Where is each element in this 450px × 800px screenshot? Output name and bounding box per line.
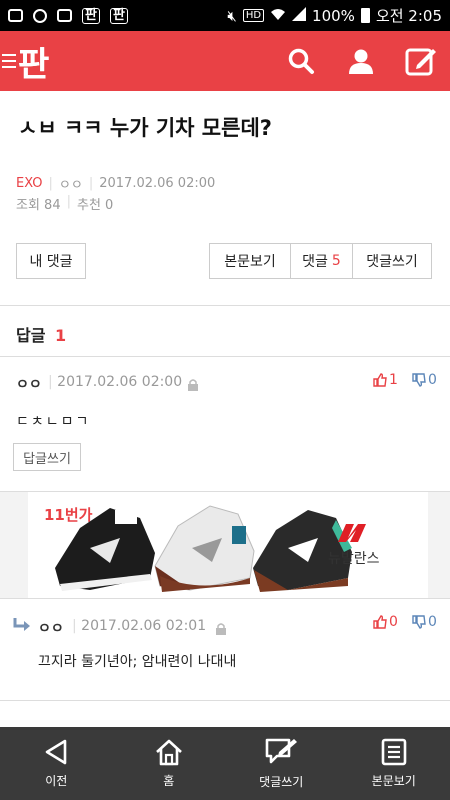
ad-content[interactable]: 11번가 뉴발란스 — [28, 492, 428, 598]
comments-label: 댓글 — [302, 254, 328, 270]
downvote-count: 0 — [428, 372, 437, 388]
lock-icon — [188, 379, 198, 391]
my-comments-button[interactable]: 내 댓글 — [16, 243, 86, 279]
nav-view-post[interactable]: 본문보기 — [338, 727, 450, 800]
menu-icon[interactable] — [2, 54, 16, 68]
write-comment-label: 댓글쓰기 — [366, 254, 418, 270]
search-icon — [288, 48, 314, 74]
status-bar: 판 판 🔇︎ HD 100% 오전 2:05 — [0, 0, 450, 31]
battery-percent: 100% — [312, 6, 355, 25]
reply-write-button[interactable]: 답글쓰기 — [13, 443, 81, 471]
new-balance-logo — [338, 524, 366, 542]
thumbs-up-icon — [373, 615, 387, 629]
reply-text: 끄지라 둘기년아; 암내련이 나대내 — [38, 654, 237, 670]
wifi-icon — [270, 7, 286, 25]
nav-write-comment-label: 댓글쓰기 — [259, 775, 304, 789]
replies-header: 답글 1 — [16, 322, 66, 346]
post-meta: EXO | ㅇㅇ | 2017.02.06 02:00 — [16, 176, 216, 193]
signal-icon — [292, 6, 307, 25]
reply-date: | 2017.02.06 02:01 — [72, 618, 207, 634]
post-stats: 조회 84 | 추천 0 — [16, 194, 114, 213]
thumbs-down-icon — [412, 615, 426, 629]
lock-icon — [216, 623, 226, 635]
nav-home-label: 홈 — [163, 774, 175, 788]
pan-app-icon: 판 — [109, 7, 128, 24]
comments-button[interactable]: 댓글 5 — [290, 243, 353, 279]
clock: 오전 2:05 — [375, 7, 442, 25]
reply-downvote-button[interactable]: 0 — [412, 614, 437, 630]
notification-icon — [33, 8, 47, 23]
view-post-button[interactable]: 본문보기 — [209, 243, 291, 279]
post-category[interactable]: EXO — [16, 176, 43, 191]
reply-upvote-button[interactable]: 0 — [373, 614, 398, 630]
thumbs-down-icon — [412, 373, 426, 387]
search-button[interactable] — [284, 44, 318, 78]
reply-arrow-icon — [13, 618, 30, 631]
comment-date-text: 2017.02.06 02:00 — [57, 374, 183, 390]
app-logo[interactable]: 판 — [18, 37, 49, 86]
write-button[interactable] — [404, 44, 438, 78]
ad-brand-text: 뉴발란스 — [328, 551, 380, 567]
divider — [0, 700, 450, 701]
reply-author: ㅇㅇ — [38, 621, 64, 637]
thumbs-up-icon — [373, 373, 387, 387]
comment-date: | 2017.02.06 02:00 — [48, 374, 183, 390]
nav-back-label: 이전 — [45, 774, 68, 788]
profile-button[interactable] — [344, 44, 378, 78]
replies-label: 답글 — [16, 326, 46, 345]
ad-banner[interactable]: 11번가 뉴발란스 — [0, 491, 450, 599]
hd-badge: HD — [242, 9, 265, 22]
write-comment-button[interactable]: 댓글쓰기 — [352, 243, 432, 279]
comment-text: ㄷㅊㄴㅁㄱ — [16, 414, 91, 430]
downvote-button[interactable]: 0 — [412, 372, 437, 388]
mute-icon: 🔇︎ — [227, 6, 237, 25]
post-action-group: 본문보기 댓글 5 댓글쓰기 — [209, 243, 432, 279]
divider — [0, 356, 450, 357]
sneaker-black-image — [55, 508, 155, 591]
reply-date-text: 2017.02.06 02:01 — [81, 618, 207, 634]
replies-count: 1 — [55, 326, 67, 345]
nav-view-post-label: 본문보기 — [371, 774, 416, 788]
sneaker-white-image — [154, 505, 255, 592]
comment-author: ㅇㅇ — [16, 377, 42, 393]
nav-write-comment[interactable]: 댓글쓰기 — [225, 727, 338, 800]
upvote-button[interactable]: 1 — [373, 372, 398, 388]
view-post-label: 본문보기 — [224, 254, 276, 270]
nav-home[interactable]: 홈 — [113, 727, 226, 800]
message-icon — [8, 9, 23, 22]
reply-upvote-count: 0 — [389, 614, 398, 630]
gallery-icon — [57, 9, 72, 22]
recommend-count: 추천 0 — [77, 198, 114, 213]
post-title: ㅅㅂ ㅋㅋ 누가 기차 모른데? — [18, 116, 272, 140]
sneaker-brown-image — [253, 510, 352, 592]
bottom-nav: 이전 홈 댓글쓰기 본문보기 — [0, 727, 450, 800]
app-header: 판 — [0, 31, 450, 91]
view-count: 조회 84 — [16, 198, 61, 213]
battery-icon — [360, 8, 370, 23]
write-comment-icon — [265, 738, 298, 764]
nav-back[interactable]: 이전 — [0, 727, 113, 800]
edit-icon — [405, 48, 436, 76]
reply-downvote-count: 0 — [428, 614, 437, 630]
document-icon — [381, 738, 407, 766]
home-icon — [155, 739, 182, 766]
upvote-count: 1 — [389, 372, 398, 388]
divider — [0, 305, 450, 306]
pan-app-icon: 판 — [82, 7, 100, 24]
post-date: 2017.02.06 02:00 — [99, 176, 216, 191]
post-author: ㅇㅇ — [58, 178, 83, 193]
back-icon — [45, 739, 67, 765]
user-icon — [349, 49, 373, 74]
comments-count: 5 — [331, 253, 341, 269]
